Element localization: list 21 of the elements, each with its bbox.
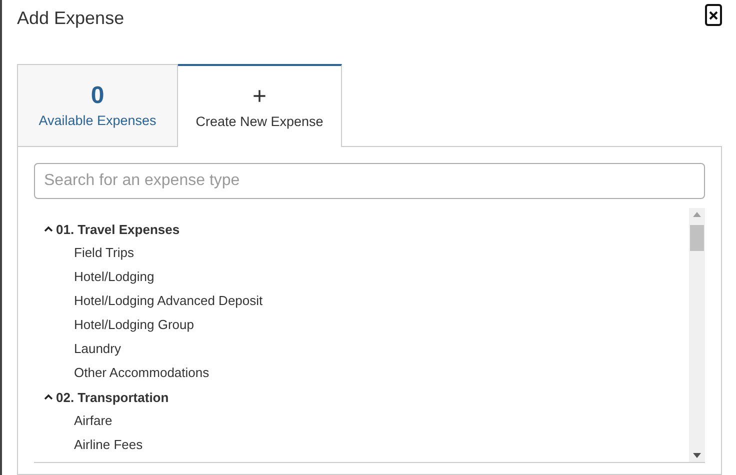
chevron-up-icon[interactable]	[44, 226, 53, 232]
expense-type-item[interactable]: Hotel/Lodging Group	[34, 313, 689, 337]
search-field[interactable]: Search for an expense type	[34, 163, 705, 199]
category-header[interactable]: 02. Transportation	[56, 390, 169, 404]
scrollbar[interactable]	[689, 208, 705, 462]
tab[interactable]: 0 Available Expenses	[17, 64, 178, 146]
expense-type-item[interactable]: Airline Fees	[34, 433, 689, 457]
dialog-title: Add Expense	[17, 8, 124, 28]
expense-type-item[interactable]: Laundry	[34, 337, 689, 361]
scroll-down-arrow-icon[interactable]	[693, 453, 701, 458]
chevron-up-icon[interactable]	[44, 394, 53, 400]
expense-type-item[interactable]: Hotel/Lodging Advanced Deposit	[34, 289, 689, 313]
tab[interactable]: + Create New Expense	[178, 64, 342, 147]
close-button[interactable]	[705, 4, 722, 26]
expense-type-item[interactable]: Hotel/Lodging	[34, 265, 689, 289]
scrollbar-thumb[interactable]	[690, 225, 704, 251]
category-header[interactable]: 01. Travel Expenses	[56, 222, 180, 236]
expense-type-item[interactable]: Field Trips	[34, 241, 689, 265]
close-icon[interactable]	[709, 10, 718, 20]
expense-type-item[interactable]: Airfare	[34, 409, 689, 433]
expense-type-item[interactable]: Other Accommodations	[34, 361, 689, 385]
